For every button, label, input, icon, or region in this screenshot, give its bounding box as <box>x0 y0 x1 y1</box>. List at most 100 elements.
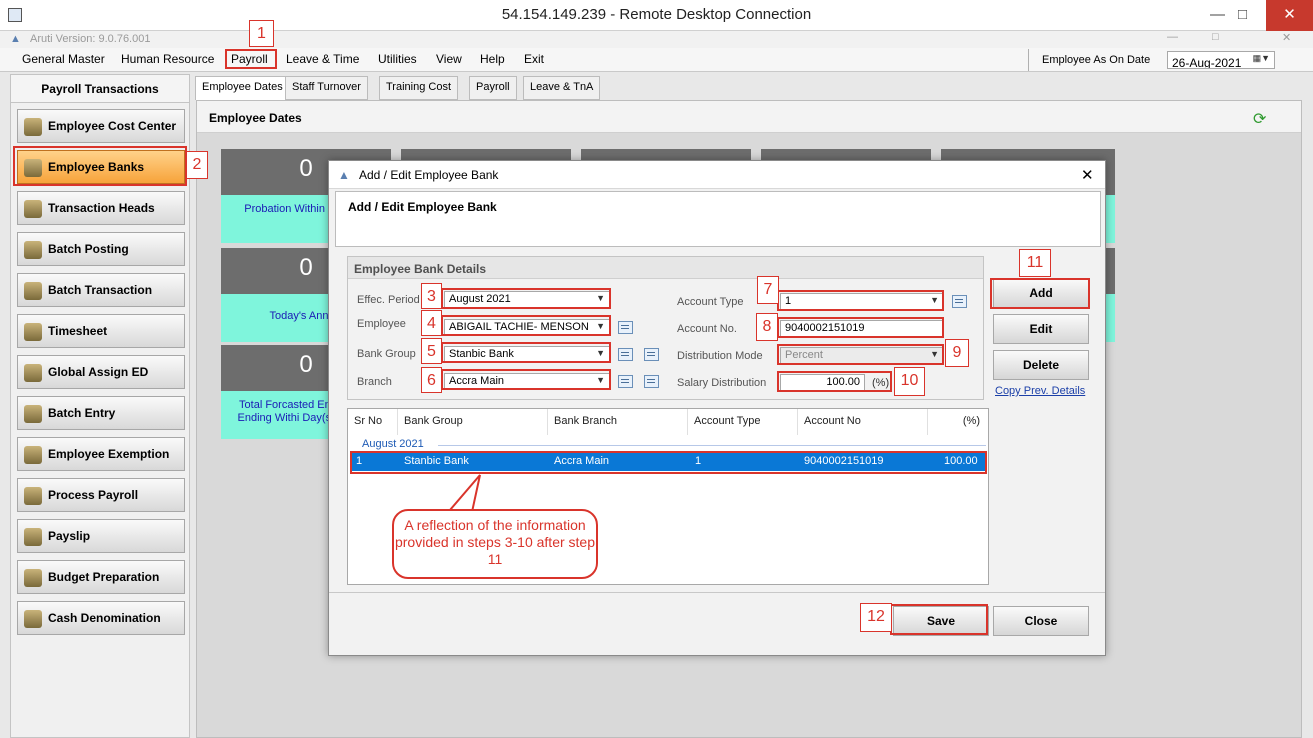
edit-button[interactable]: Edit <box>993 314 1089 344</box>
close-button[interactable]: Close <box>993 606 1089 636</box>
as-on-date-picker[interactable]: 26-Aug-2021 ▦▼ <box>1167 51 1275 69</box>
dialog-header: Add / Edit Employee Bank <box>335 191 1101 247</box>
batch-transaction-icon <box>24 282 42 300</box>
menu-help[interactable]: Help <box>480 52 505 66</box>
app-logo-icon: ▲ <box>10 33 21 45</box>
rdp-title-bar: 54.154.149.239 - Remote Desktop Connecti… <box>0 0 1313 31</box>
step-badge-1: 1 <box>249 20 274 47</box>
col-bank-group[interactable]: Bank Group <box>398 409 548 435</box>
col-account-no[interactable]: Account No <box>798 409 928 435</box>
sidebar-item-employee-cost-center[interactable]: Employee Cost Center <box>17 109 185 143</box>
cash-icon <box>24 610 42 628</box>
sidebar-item-label: Batch Entry <box>48 406 116 420</box>
sidebar-item-batch-transaction[interactable]: Batch Transaction <box>17 273 185 307</box>
tab-strip: Employee Dates Staff Turnover Training C… <box>193 74 1303 100</box>
batch-entry-icon <box>24 405 42 423</box>
app-maximize-icon[interactable]: □ <box>1212 31 1219 43</box>
step-badge-10: 10 <box>894 367 925 396</box>
tab-leave-tna[interactable]: Leave & TnA <box>523 76 601 100</box>
tab-employee-dates[interactable]: Employee Dates <box>195 76 290 100</box>
bank-group-search-icon[interactable] <box>618 348 633 361</box>
sidebar-item-payslip[interactable]: Payslip <box>17 519 185 553</box>
as-on-date-label: Employee As On Date <box>1042 54 1151 66</box>
global-assign-icon <box>24 364 42 382</box>
footer-divider <box>329 592 1105 593</box>
sidebar-item-label: Employee Cost Center <box>48 119 177 133</box>
menu-bar: General Master Human Resource Payroll Le… <box>0 48 1313 72</box>
callout-note: A reflection of the information provided… <box>392 509 598 579</box>
sidebar-item-transaction-heads[interactable]: Transaction Heads <box>17 191 185 225</box>
highlight-employee <box>441 315 611 336</box>
close-icon[interactable]: ✕ <box>1266 0 1313 31</box>
panel-title: Employee Dates <box>197 101 1301 133</box>
sidebar-item-label: Global Assign ED <box>48 365 149 379</box>
menu-general-master[interactable]: General Master <box>22 52 105 66</box>
process-payroll-icon <box>24 487 42 505</box>
sidebar-item-process-payroll[interactable]: Process Payroll <box>17 478 185 512</box>
batch-posting-icon <box>24 241 42 259</box>
maximize-icon[interactable]: □ <box>1220 0 1265 31</box>
step-badge-11: 11 <box>1019 249 1051 277</box>
sidebar-item-employee-exemption[interactable]: Employee Exemption <box>17 437 185 471</box>
copy-prev-details-link[interactable]: Copy Prev. Details <box>995 385 1085 397</box>
tab-training-cost[interactable]: Training Cost <box>379 76 459 100</box>
employee-label: Employee <box>357 318 406 330</box>
menu-view[interactable]: View <box>436 52 462 66</box>
sidebar-item-label: Process Payroll <box>48 488 139 502</box>
highlight-bank-group <box>441 342 611 363</box>
sidebar-item-global-assign-ed[interactable]: Global Assign ED <box>17 355 185 389</box>
app-close-icon[interactable]: ✕ <box>1282 31 1291 44</box>
transaction-heads-icon <box>24 200 42 218</box>
highlight-salary-distribution <box>777 371 892 392</box>
money-bag-icon <box>24 569 42 587</box>
highlight-account-type <box>777 290 944 311</box>
app-title-bar: ▲ Aruti Version: 9.0.76.001 — □ ✕ <box>0 31 1313 48</box>
branch-add-icon[interactable] <box>644 375 659 388</box>
app-minimize-icon[interactable]: — <box>1167 31 1178 43</box>
sidebar-item-batch-posting[interactable]: Batch Posting <box>17 232 185 266</box>
sidebar-item-label: Batch Transaction <box>48 283 153 297</box>
account-type-label: Account Type <box>677 296 744 308</box>
highlight-branch <box>441 369 611 390</box>
col-bank-branch[interactable]: Bank Branch <box>548 409 688 435</box>
menu-exit[interactable]: Exit <box>524 52 544 66</box>
col-percent[interactable]: (%) <box>928 409 988 435</box>
tab-payroll[interactable]: Payroll <box>469 76 517 100</box>
sidebar-item-label: Payslip <box>48 529 91 543</box>
account-type-add-icon[interactable] <box>952 295 967 308</box>
distribution-mode-label: Distribution Mode <box>677 350 763 362</box>
menu-utilities[interactable]: Utilities <box>378 52 417 66</box>
col-account-type[interactable]: Account Type <box>688 409 798 435</box>
menu-human-resource[interactable]: Human Resource <box>121 52 214 66</box>
bank-group-label: Bank Group <box>357 348 416 360</box>
sidebar-item-label: Transaction Heads <box>48 201 155 215</box>
branch-search-icon[interactable] <box>618 375 633 388</box>
tab-staff-turnover[interactable]: Staff Turnover <box>285 76 368 100</box>
sidebar-item-timesheet[interactable]: Timesheet <box>17 314 185 348</box>
account-no-label: Account No. <box>677 323 737 335</box>
dialog-close-icon[interactable]: ✕ <box>1081 166 1094 184</box>
highlight-period <box>441 288 611 309</box>
step-badge-5: 5 <box>421 338 442 364</box>
highlight-employee-banks <box>13 146 187 186</box>
salary-distribution-label: Salary Distribution <box>677 377 767 389</box>
delete-button[interactable]: Delete <box>993 350 1089 380</box>
step-badge-9: 9 <box>945 339 969 367</box>
sidebar-item-budget-preparation[interactable]: Budget Preparation <box>17 560 185 594</box>
timesheet-icon <box>24 323 42 341</box>
employee-search-icon[interactable] <box>618 321 633 334</box>
sidebar-item-cash-denomination[interactable]: Cash Denomination <box>17 601 185 635</box>
calendar-icon[interactable]: ▦▼ <box>1253 53 1270 64</box>
sidebar-title: Payroll Transactions <box>11 75 189 103</box>
menu-divider <box>1028 49 1029 71</box>
sidebar-item-batch-entry[interactable]: Batch Entry <box>17 396 185 430</box>
step-badge-8: 8 <box>756 313 778 341</box>
sidebar-item-label: Timesheet <box>48 324 108 338</box>
col-sr-no[interactable]: Sr No <box>348 409 398 435</box>
menu-leave-time[interactable]: Leave & Time <box>286 52 359 66</box>
highlight-add-button <box>990 278 1090 309</box>
step-badge-2: 2 <box>186 151 208 179</box>
refresh-icon[interactable]: ⟳ <box>1253 109 1266 129</box>
app-version: Aruti Version: 9.0.76.001 <box>30 33 151 45</box>
bank-group-add-icon[interactable] <box>644 348 659 361</box>
